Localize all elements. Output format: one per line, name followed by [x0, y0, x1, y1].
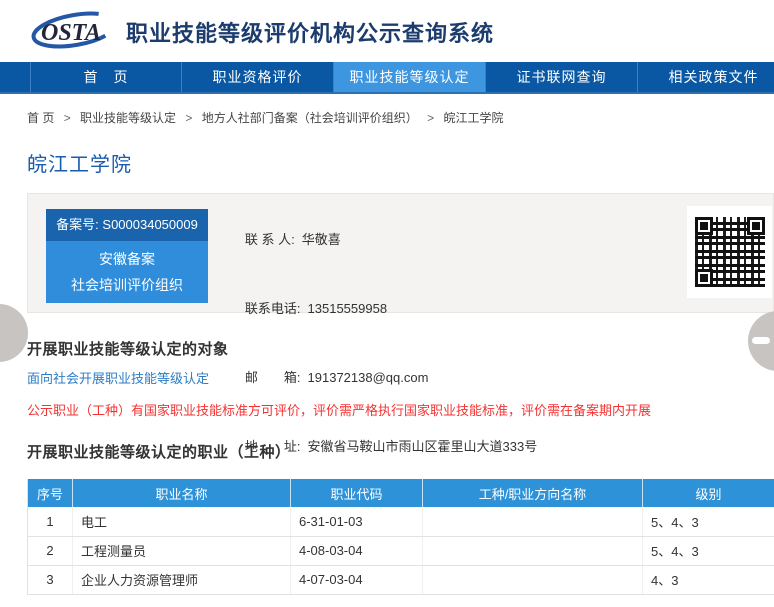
header-index: 序号	[28, 479, 73, 507]
target-description-text: 面向社会开展职业技能等级认定	[27, 368, 209, 387]
header-occupation-code: 职业代码	[291, 479, 423, 507]
cell-index: 2	[28, 536, 73, 565]
qr-finder-icon	[747, 217, 765, 235]
page-root: OSTA 职业技能等级评价机构公示查询系统 首 页 职业资格评价 职业技能等级认…	[0, 0, 774, 607]
cell-index: 1	[28, 507, 73, 536]
breadcrumb-separator: >	[64, 111, 71, 125]
breadcrumb: 首 页 > 职业技能等级认定 > 地方人社部门备案（社会培训评价组织） > 皖江…	[27, 109, 504, 126]
contact-info: 联 系 人: 华敬喜 联系电话: 13515559958 邮 箱: 191372138…	[216, 205, 537, 481]
cell-work-direction	[423, 536, 643, 565]
breadcrumb-separator: >	[427, 111, 434, 125]
osta-logo-text: OSTA	[41, 20, 101, 46]
cell-level: 5、4、3	[643, 536, 774, 565]
breadcrumb-current-org: 皖江工学院	[443, 111, 503, 125]
table-row: 2 工程测量员 4-08-03-04 5、4、3	[28, 536, 774, 565]
cell-occupation-name: 电工	[73, 507, 291, 536]
target-section-heading: 开展职业技能等级认定的对象	[27, 338, 229, 359]
nav-tab-policy-documents[interactable]: 相关政策文件	[638, 62, 774, 92]
cell-work-direction	[423, 507, 643, 536]
breadcrumb-separator: >	[185, 111, 192, 125]
contact-address-value: 安徽省马鞍山市雨山区霍里山大道333号	[308, 439, 538, 454]
record-badge: 备案号: S000034050009 安徽备案 社会培训评价组织	[46, 209, 208, 303]
cell-occupation-name: 企业人力资源管理师	[73, 565, 291, 594]
record-region: 安徽备案	[46, 246, 208, 272]
cell-occupation-code: 4-08-03-04	[291, 536, 423, 565]
main-nav: 首 页 职业资格评价 职业技能等级认定 证书联网查询 相关政策文件	[0, 62, 774, 94]
qr-code-pattern	[695, 217, 765, 287]
cell-index: 3	[28, 565, 73, 594]
contact-email-label: 邮 箱:	[245, 370, 301, 385]
breadcrumb-skill-level[interactable]: 职业技能等级认定	[80, 111, 176, 125]
cell-occupation-code: 6-31-01-03	[291, 507, 423, 536]
contact-phone-value: 13515559958	[308, 301, 388, 316]
breadcrumb-home[interactable]: 首 页	[27, 111, 54, 125]
page-title: 皖江工学院	[27, 148, 132, 177]
cell-occupation-code: 4-07-03-04	[291, 565, 423, 594]
nav-tab-qualification-eval[interactable]: 职业资格评价	[182, 62, 334, 92]
contact-phone-label: 联系电话:	[245, 301, 301, 316]
nav-tab-home[interactable]: 首 页	[30, 62, 182, 92]
table-row: 1 电工 6-31-01-03 5、4、3	[28, 507, 774, 536]
record-number: 备案号: S000034050009	[46, 209, 208, 241]
qr-finder-icon	[695, 269, 713, 287]
record-region-type: 安徽备案 社会培训评价组织	[46, 241, 208, 303]
occupations-table: 序号 职业名称 职业代码 工种/职业方向名称 级别 1 电工 6-31-01-0…	[27, 479, 774, 595]
record-org-type: 社会培训评价组织	[46, 272, 208, 298]
cell-work-direction	[423, 565, 643, 594]
org-info-card: 备案号: S000034050009 安徽备案 社会培训评价组织 联 系 人: 华…	[27, 193, 774, 313]
site-header: OSTA 职业技能等级评价机构公示查询系统	[0, 0, 774, 62]
notice-text: 公示职业（工种）有国家职业技能标准方可评价，评价需严格执行国家职业技能标准，评价…	[27, 400, 651, 419]
breadcrumb-local-record[interactable]: 地方人社部门备案（社会培训评价组织）	[202, 111, 418, 125]
cell-level: 4、3	[643, 565, 774, 594]
contact-phone-row: 联系电话: 13515559958	[216, 274, 537, 343]
header-occupation-name: 职业名称	[73, 479, 291, 507]
nav-tab-certificate-query[interactable]: 证书联网查询	[486, 62, 638, 92]
table-row: 3 企业人力资源管理师 4-07-03-04 4、3	[28, 565, 774, 594]
contact-person-row: 联 系 人: 华敬喜	[216, 205, 537, 274]
table-header-row: 序号 职业名称 职业代码 工种/职业方向名称 级别	[28, 479, 774, 507]
osta-logo[interactable]: OSTA	[28, 7, 122, 55]
cell-occupation-name: 工程测量员	[73, 536, 291, 565]
contact-email-value: 191372138@qq.com	[308, 370, 429, 385]
header-level: 级别	[643, 479, 774, 507]
contact-person-label: 联 系 人:	[245, 232, 295, 247]
qr-finder-icon	[695, 217, 713, 235]
site-title: 职业技能等级评价机构公示查询系统	[126, 16, 494, 48]
occupations-section-heading: 开展职业技能等级认定的职业（工种）	[27, 441, 291, 462]
contact-person-value: 华敬喜	[302, 232, 341, 247]
carousel-next-button[interactable]	[748, 311, 774, 371]
cell-level: 5、4、3	[643, 507, 774, 536]
header-work-direction: 工种/职业方向名称	[423, 479, 643, 507]
nav-tab-skill-level-certification[interactable]: 职业技能等级认定	[334, 62, 486, 92]
qr-code-image	[687, 206, 772, 298]
carousel-prev-button[interactable]	[0, 304, 28, 362]
